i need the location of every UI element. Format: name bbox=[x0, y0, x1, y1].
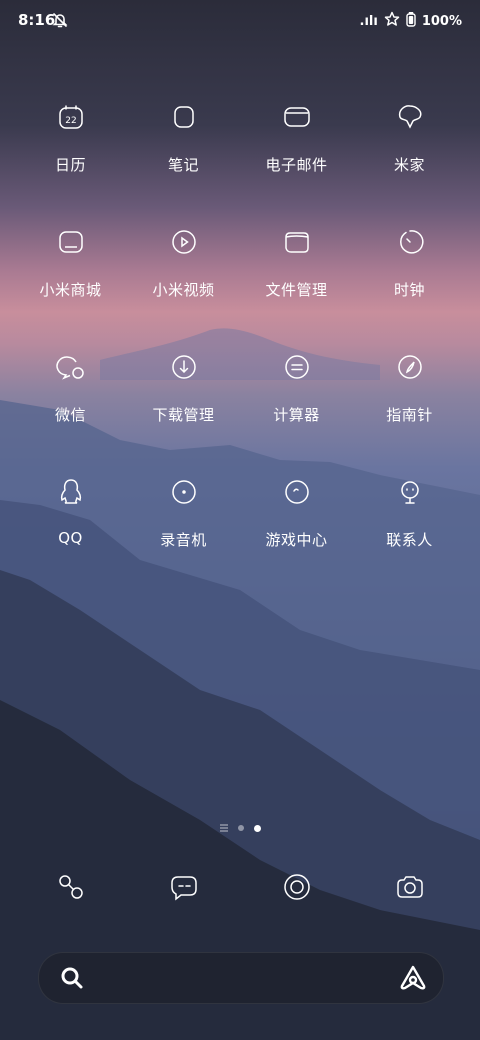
app-video[interactable]: 小米视频 bbox=[127, 223, 240, 348]
page-indicator[interactable] bbox=[0, 824, 480, 832]
app-label: 日历 bbox=[54, 156, 86, 174]
calculator-icon bbox=[284, 355, 309, 379]
dock-browser[interactable] bbox=[240, 872, 353, 902]
app-mall[interactable]: 小米商城 bbox=[14, 223, 127, 348]
app-label: 指南针 bbox=[386, 406, 433, 424]
feed-page-icon bbox=[219, 824, 228, 832]
page-dot bbox=[237, 825, 244, 831]
app-email[interactable]: 电子邮件 bbox=[240, 98, 353, 223]
app-label: 微信 bbox=[54, 406, 86, 424]
app-label: 时钟 bbox=[393, 281, 425, 299]
calendar-icon: 22 bbox=[58, 105, 83, 129]
messages-icon bbox=[170, 876, 197, 901]
app-label: 笔记 bbox=[167, 156, 199, 174]
app-label: 小米商城 bbox=[39, 281, 102, 299]
app-calculator[interactable]: 计算器 bbox=[240, 348, 353, 473]
app-qq[interactable]: QQ bbox=[14, 473, 127, 598]
wechat-icon bbox=[55, 356, 84, 380]
app-calendar[interactable]: 22 日历 bbox=[14, 98, 127, 223]
battery-percent: 100% bbox=[421, 13, 462, 29]
ai-assistant-icon[interactable] bbox=[399, 964, 427, 992]
game-center-icon bbox=[284, 480, 309, 504]
app-label: 小米视频 bbox=[152, 281, 215, 299]
app-label: 文件管理 bbox=[265, 281, 328, 299]
battery-icon bbox=[406, 11, 416, 31]
status-bar: 8:16 .ılı 100% bbox=[0, 0, 480, 40]
video-icon bbox=[171, 230, 196, 254]
camera-icon bbox=[396, 876, 423, 898]
app-wechat[interactable]: 微信 bbox=[14, 348, 127, 473]
app-label: 录音机 bbox=[160, 531, 207, 549]
dock-messages[interactable] bbox=[127, 872, 240, 902]
star-icon bbox=[384, 11, 400, 31]
app-label: 联系人 bbox=[386, 531, 433, 549]
email-icon bbox=[283, 107, 310, 127]
app-label: 电子邮件 bbox=[265, 156, 328, 174]
app-file-manager[interactable]: 文件管理 bbox=[240, 223, 353, 348]
contacts-icon bbox=[400, 481, 419, 504]
app-label: 下载管理 bbox=[152, 406, 215, 424]
app-game-center[interactable]: 游戏中心 bbox=[240, 473, 353, 598]
notes-icon bbox=[173, 106, 194, 128]
clock-time: 8:16 bbox=[18, 11, 56, 29]
phone-icon bbox=[58, 875, 83, 899]
mall-icon bbox=[58, 231, 83, 253]
browser-icon bbox=[283, 874, 310, 900]
compass-icon bbox=[397, 355, 422, 379]
app-grid: 22 日历 笔记 电子邮件 米家 小米商城 小米视频 文件管理 时钟 微信 下载… bbox=[0, 98, 480, 598]
calendar-day: 22 bbox=[65, 116, 76, 126]
app-contacts[interactable]: 联系人 bbox=[353, 473, 466, 598]
signal-icon: .ılı bbox=[359, 13, 378, 29]
folder-icon bbox=[284, 232, 309, 253]
download-icon bbox=[171, 355, 196, 379]
app-mijia[interactable]: 米家 bbox=[353, 98, 466, 223]
qq-icon bbox=[60, 479, 81, 504]
app-label: 游戏中心 bbox=[265, 531, 328, 549]
page-dot-active bbox=[253, 824, 261, 832]
bell-muted-icon bbox=[52, 12, 68, 32]
search-bar[interactable] bbox=[38, 952, 444, 1004]
app-clock[interactable]: 时钟 bbox=[353, 223, 466, 348]
app-notes[interactable]: 笔记 bbox=[127, 98, 240, 223]
search-icon bbox=[61, 967, 83, 989]
app-label: QQ bbox=[58, 529, 83, 547]
app-label: 米家 bbox=[393, 156, 425, 174]
app-label: 计算器 bbox=[273, 406, 320, 424]
app-compass[interactable]: 指南针 bbox=[353, 348, 466, 473]
app-recorder[interactable]: 录音机 bbox=[127, 473, 240, 598]
recorder-icon bbox=[171, 480, 196, 504]
dock-camera[interactable] bbox=[353, 872, 466, 902]
clock-icon bbox=[399, 230, 424, 254]
mijia-icon bbox=[398, 105, 421, 129]
dock-phone[interactable] bbox=[14, 872, 127, 902]
app-downloads[interactable]: 下载管理 bbox=[127, 348, 240, 473]
dock bbox=[0, 872, 480, 902]
